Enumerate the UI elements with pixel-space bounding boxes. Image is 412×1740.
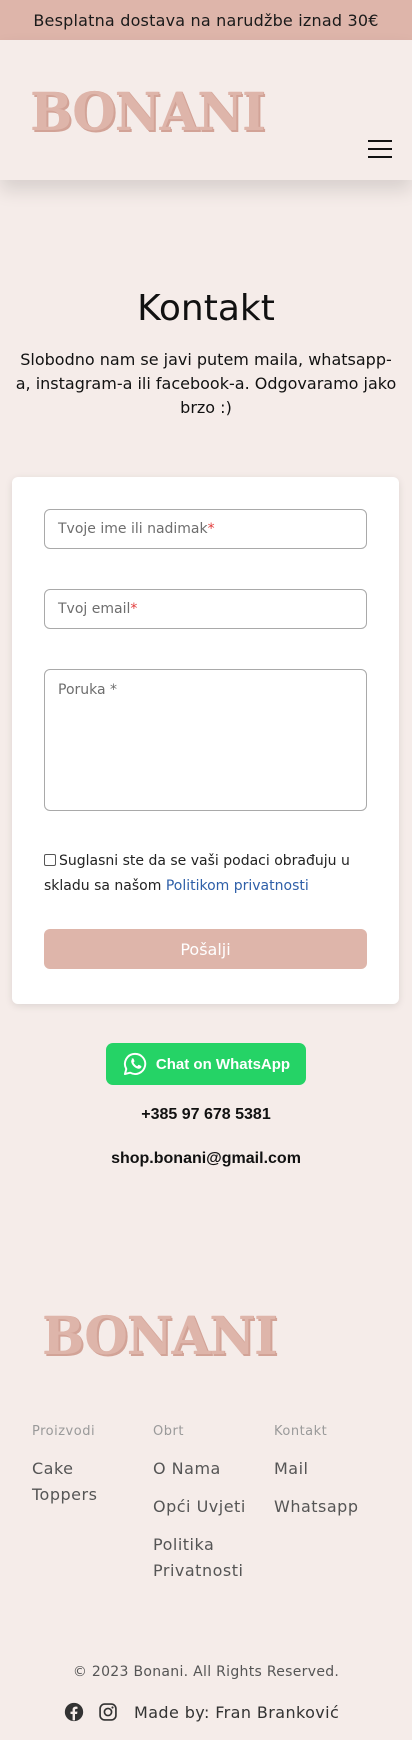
required-mark: * xyxy=(130,601,138,617)
phone-number[interactable]: +385 97 678 5381 xyxy=(0,1106,412,1124)
footer-column-products: Proizvodi Cake Toppers xyxy=(32,1424,142,1520)
instagram-icon[interactable] xyxy=(98,1702,118,1722)
email-placeholder: Tvoj email xyxy=(58,601,131,617)
whatsapp-label: Chat on WhatsApp xyxy=(155,1055,291,1073)
footer-link-cake-toppers[interactable]: Cake Toppers xyxy=(32,1456,142,1508)
footer-column-business: Obrt O Nama Opći Uvjeti Politika Privatn… xyxy=(153,1424,263,1596)
email-field[interactable]: Tvoj email * xyxy=(44,589,367,629)
privacy-policy-link[interactable]: Politikom privatnosti xyxy=(166,878,309,894)
footer-column-heading: Proizvodi xyxy=(32,1424,96,1439)
footer-link-mail[interactable]: Mail xyxy=(274,1456,384,1482)
announcement-text: Besplatna dostava na narudžbe iznad 30€ xyxy=(33,10,379,30)
name-placeholder: Tvoje ime ili nadimak xyxy=(58,521,208,537)
name-field[interactable]: Tvoje ime ili nadimak * xyxy=(44,509,367,549)
footer-link-privacy[interactable]: Politika Privatnosti xyxy=(153,1532,263,1584)
required-mark: * xyxy=(207,521,215,537)
site-header: BONANI xyxy=(0,40,412,180)
footer-column-heading: Obrt xyxy=(153,1424,184,1439)
page-title: Kontakt xyxy=(137,288,275,329)
footer-link-terms[interactable]: Opći Uvjeti xyxy=(153,1494,263,1520)
footer-column-contact: Kontakt Mail Whatsapp xyxy=(274,1424,384,1532)
announcement-bar: Besplatna dostava na narudžbe iznad 30€ xyxy=(0,0,412,40)
consent-row: Suglasni ste da se vaši podaci obrađuju … xyxy=(44,849,374,899)
message-placeholder: Poruka * xyxy=(58,682,118,698)
footer-link-about[interactable]: O Nama xyxy=(153,1456,263,1482)
contact-email[interactable]: shop.bonani@gmail.com xyxy=(0,1150,412,1168)
consent-checkbox[interactable] xyxy=(44,854,56,866)
whatsapp-chat-button[interactable]: Chat on WhatsApp xyxy=(106,1043,306,1085)
submit-label: Pošalji xyxy=(180,939,231,959)
social-row: Made by: Fran Branković xyxy=(64,1700,339,1724)
page-subtitle: Slobodno nam se javi putem maila, whatsa… xyxy=(15,350,397,417)
footer-column-heading: Kontakt xyxy=(274,1424,328,1439)
footer-logo[interactable]: BONANI xyxy=(42,1305,277,1367)
brand-logo[interactable]: BONANI xyxy=(30,81,265,143)
hamburger-icon[interactable] xyxy=(368,140,392,158)
footer-link-whatsapp[interactable]: Whatsapp xyxy=(274,1494,384,1520)
contact-form: Tvoje ime ili nadimak * Tvoj email * Poruk… xyxy=(12,477,399,1004)
facebook-icon[interactable] xyxy=(64,1702,84,1722)
message-textarea[interactable]: Poruka * xyxy=(44,669,367,811)
made-by-credit: Made by: Fran Branković xyxy=(134,1702,340,1722)
whatsapp-icon xyxy=(123,1052,147,1076)
submit-button[interactable]: Pošalji xyxy=(44,929,367,969)
copyright-text: © 2023 Bonani. All Rights Reserved. xyxy=(72,1664,340,1680)
